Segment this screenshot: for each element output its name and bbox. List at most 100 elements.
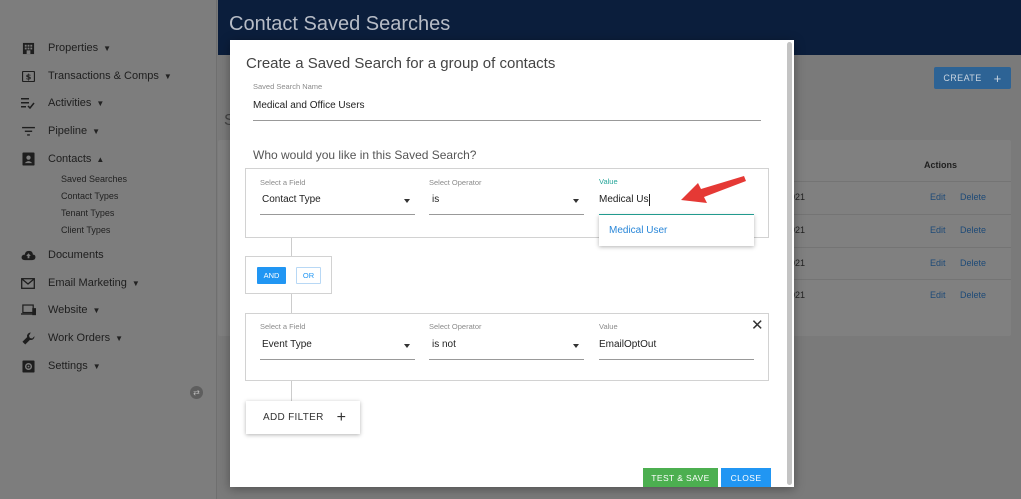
field-select-label: Select a Field — [260, 322, 306, 331]
chevron-down-icon: ▼ — [92, 361, 101, 371]
filter-row-2 — [245, 313, 769, 381]
chevron-down-icon: ▼ — [163, 71, 172, 81]
saved-search-modal: Create a Saved Search for a group of con… — [230, 40, 794, 487]
sidebar-item-website[interactable]: Website ▼ — [20, 300, 100, 320]
caret-down-icon[interactable] — [404, 344, 410, 348]
modal-scrollbar[interactable] — [787, 42, 792, 485]
delete-link[interactable]: Delete — [960, 225, 986, 235]
value-input-2[interactable]: EmailOptOut — [599, 339, 656, 350]
text-cursor — [649, 194, 650, 206]
logic-toggle: AND OR — [245, 256, 332, 294]
sidebar-item-contacts[interactable]: Contacts ▲ — [20, 149, 104, 169]
mail-icon — [20, 275, 36, 291]
create-button-label: CREATE — [943, 73, 982, 83]
edit-link[interactable]: Edit — [930, 258, 946, 268]
plus-icon: + — [993, 70, 1002, 86]
sidebar-subitem-saved-searches[interactable]: Saved Searches — [61, 174, 127, 184]
operator-select-underline — [429, 359, 584, 360]
sidebar-item-pipeline[interactable]: Pipeline ▼ — [20, 121, 100, 141]
sidebar-item-label: Pipeline — [48, 125, 88, 137]
field-select-2[interactable]: Event Type — [262, 339, 312, 350]
sidebar-item-label: Contacts — [48, 153, 92, 165]
dollar-icon: $ — [20, 68, 36, 84]
modal-title: Create a Saved Search for a group of con… — [246, 55, 556, 72]
remove-filter-icon[interactable]: ✕ — [751, 318, 764, 333]
edit-link[interactable]: Edit — [930, 290, 946, 300]
checklist-icon — [20, 95, 36, 111]
chevron-up-icon: ▲ — [96, 154, 105, 164]
saved-search-name-label: Saved Search Name — [253, 82, 323, 91]
operator-select-1[interactable]: is — [432, 194, 439, 205]
sidebar-item-label: Settings — [48, 360, 88, 372]
create-button[interactable]: CREATE + — [934, 67, 1011, 89]
page-title: Contact Saved Searches — [229, 13, 451, 35]
add-filter-label: ADD FILTER — [263, 412, 324, 423]
saved-search-name-input[interactable]: Medical and Office Users — [253, 100, 365, 111]
value-label-focused: Value — [599, 177, 618, 186]
connector-line — [291, 238, 292, 256]
connector-line — [291, 294, 292, 313]
chevron-down-icon: ▼ — [131, 278, 140, 288]
caret-down-icon[interactable] — [573, 344, 579, 348]
sidebar-item-properties[interactable]: Properties ▼ — [20, 38, 111, 58]
connector-line — [291, 381, 292, 401]
sidebar-item-label: Work Orders — [48, 332, 111, 344]
edit-link[interactable]: Edit — [930, 225, 946, 235]
sidebar-item-label: Transactions & Comps — [48, 70, 159, 82]
delete-link[interactable]: Delete — [960, 192, 986, 202]
chevron-down-icon: ▼ — [96, 98, 105, 108]
delete-link[interactable]: Delete — [960, 258, 986, 268]
value-label: Value — [599, 322, 618, 331]
table-row-divider — [788, 181, 1011, 182]
table-row-divider — [788, 214, 1011, 215]
sidebar-item-label: Properties — [48, 42, 99, 54]
edit-link[interactable]: Edit — [930, 192, 946, 202]
filters-question: Who would you like in this Saved Search? — [253, 148, 477, 162]
sidebar-item-label: Activities — [48, 97, 92, 109]
sidebar-item-settings[interactable]: Settings ▼ — [20, 356, 101, 376]
sidebar-collapse-icon[interactable]: ⇄ — [190, 386, 203, 399]
value-input-underline — [599, 359, 754, 360]
contacts-icon — [20, 151, 36, 167]
sidebar-item-transactions[interactable]: $ Transactions & Comps ▼ — [20, 66, 172, 86]
or-button[interactable]: OR — [296, 267, 321, 284]
autocomplete-option[interactable]: Medical User — [609, 225, 667, 236]
field-select-underline — [260, 359, 415, 360]
caret-down-icon[interactable] — [573, 199, 579, 203]
filter-icon — [20, 123, 36, 139]
delete-link[interactable]: Delete — [960, 290, 986, 300]
operator-select-2[interactable]: is not — [432, 339, 456, 350]
value-input-1[interactable]: Medical Us — [599, 194, 648, 205]
saved-search-name-underline — [253, 120, 761, 121]
autocomplete-dropdown: Medical User — [599, 215, 754, 246]
and-button[interactable]: AND — [257, 267, 286, 284]
close-button[interactable]: CLOSE — [721, 468, 771, 487]
sidebar-item-documents[interactable]: Documents — [20, 245, 104, 265]
sidebar-item-label: Documents — [48, 249, 104, 261]
sidebar-item-email-marketing[interactable]: Email Marketing ▼ — [20, 273, 140, 293]
chevron-down-icon: ▼ — [115, 333, 124, 343]
sidebar-item-work-orders[interactable]: Work Orders ▼ — [20, 328, 123, 348]
sidebar-subitem-client-types[interactable]: Client Types — [61, 225, 110, 235]
operator-select-label: Select Operator — [429, 178, 482, 187]
wrench-icon — [20, 330, 36, 346]
add-filter-button[interactable]: ADD FILTER + — [246, 401, 360, 434]
plus-icon: + — [336, 408, 346, 426]
sidebar-item-label: Email Marketing — [48, 277, 127, 289]
test-and-save-button[interactable]: TEST & SAVE — [643, 468, 718, 487]
caret-down-icon[interactable] — [404, 199, 410, 203]
field-select-1[interactable]: Contact Type — [262, 194, 321, 205]
actions-column-header: Actions — [924, 160, 958, 170]
building-icon — [20, 40, 36, 56]
table-row-divider — [788, 247, 1011, 248]
field-select-label: Select a Field — [260, 178, 306, 187]
svg-text:$: $ — [25, 71, 31, 81]
annotation-arrow-icon — [681, 176, 746, 203]
sidebar-item-activities[interactable]: Activities ▼ — [20, 93, 104, 113]
sidebar-subitem-tenant-types[interactable]: Tenant Types — [61, 208, 114, 218]
sidebar-subitem-contact-types[interactable]: Contact Types — [61, 191, 118, 201]
chevron-down-icon: ▼ — [92, 305, 101, 315]
chevron-down-icon: ▼ — [103, 43, 112, 53]
operator-select-label: Select Operator — [429, 322, 482, 331]
devices-icon — [20, 302, 36, 318]
